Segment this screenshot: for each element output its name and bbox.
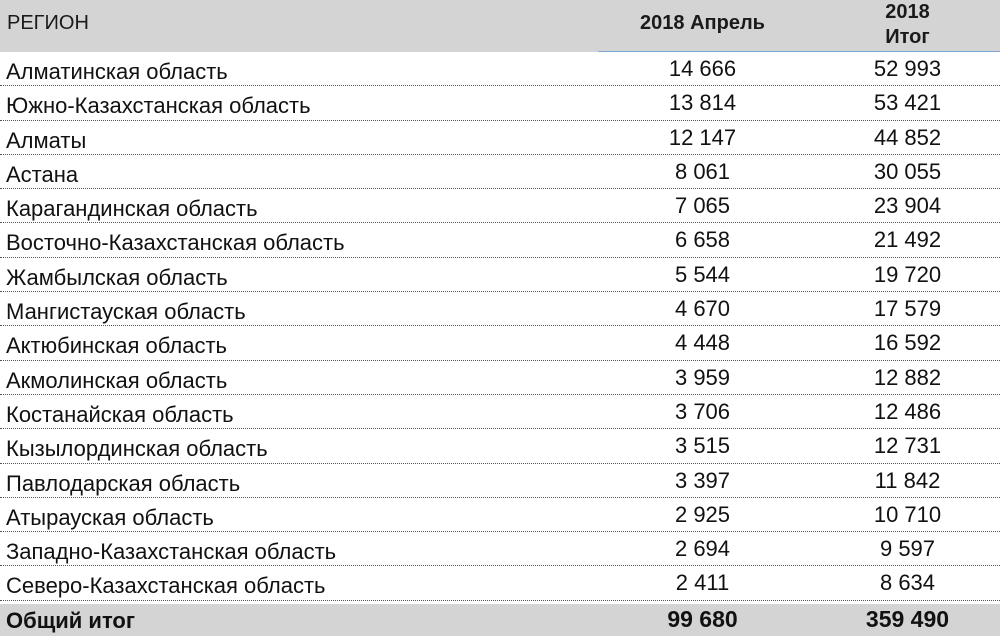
table-row: Астана 8 061 30 055 bbox=[0, 155, 1000, 190]
header-total-year: 2018 bbox=[885, 1, 930, 23]
row-total-value: 19 720 bbox=[873, 261, 942, 287]
table-row: Алматы 12 147 44 852 bbox=[0, 121, 1000, 155]
row-region: Западно-Казахстанская область bbox=[6, 539, 337, 565]
row-april-value: 13 814 bbox=[668, 90, 737, 116]
row-april-value: 2 411 bbox=[675, 570, 730, 596]
row-region: Карагандинская область bbox=[6, 196, 258, 222]
grand-total-row: Общий итог 99 680 359 490 bbox=[0, 604, 1000, 636]
row-total-value: 30 055 bbox=[873, 158, 942, 184]
row-april-value: 4 448 bbox=[674, 330, 731, 356]
row-total-value: 10 710 bbox=[873, 501, 942, 527]
row-april-value: 6 658 bbox=[674, 227, 731, 253]
row-region: Актюбинская область bbox=[6, 333, 227, 359]
row-total-value: 9 597 bbox=[879, 536, 936, 562]
row-total-value: 17 579 bbox=[873, 296, 942, 322]
table-row: Акмолинская область 3 959 12 882 bbox=[0, 361, 1000, 395]
table-row: Южно-Казахстанская область 13 814 53 421 bbox=[0, 86, 1000, 121]
header-total-2018: 2018 Итог bbox=[805, 0, 1000, 50]
row-total-value: 12 486 bbox=[873, 398, 942, 424]
table-row: Костанайская область 3 706 12 486 bbox=[0, 395, 1000, 430]
row-region: Павлодарская область bbox=[6, 470, 241, 496]
row-region: Жамбылская область bbox=[6, 264, 228, 290]
region-table: РЕГИОН 2018 Апрель 2018 Итог Алматинская… bbox=[0, 0, 1000, 636]
row-april-value: 8 061 bbox=[674, 158, 731, 184]
grand-total-april: 99 680 bbox=[667, 606, 738, 632]
row-april-value: 2 694 bbox=[674, 536, 731, 562]
table-body: Алматинская область 14 666 52 993 Южно-Каза… bbox=[0, 52, 1000, 601]
row-total-value: 8 634 bbox=[879, 570, 936, 596]
row-april-value: 4 670 bbox=[674, 296, 731, 322]
row-total-value: 52 993 bbox=[873, 56, 942, 81]
row-april-value: 3 397 bbox=[674, 467, 731, 493]
row-total-value: 44 852 bbox=[873, 124, 942, 150]
row-april-value: 12 147 bbox=[668, 124, 737, 150]
header-region: РЕГИОН bbox=[7, 12, 89, 34]
table-row: Карагандинская область 7 065 23 904 bbox=[0, 189, 1000, 224]
row-total-value: 12 882 bbox=[873, 364, 942, 390]
row-region: Южно-Казахстанская область bbox=[6, 93, 311, 119]
table-row: Жамбылская область 5 544 19 720 bbox=[0, 258, 1000, 293]
row-total-value: 11 842 bbox=[874, 467, 941, 493]
row-region: Акмолинская область bbox=[6, 367, 228, 393]
row-total-value: 21 492 bbox=[873, 227, 942, 253]
row-total-value: 12 731 bbox=[873, 433, 942, 459]
row-april-value: 14 666 bbox=[668, 56, 737, 81]
grand-total-label: Общий итог bbox=[6, 608, 136, 633]
row-region: Атырауская область bbox=[6, 504, 214, 530]
header-total-label: Итог bbox=[885, 26, 930, 48]
row-region: Астана bbox=[6, 161, 79, 187]
row-total-value: 23 904 bbox=[873, 193, 942, 219]
row-region: Кызылординская область bbox=[6, 436, 268, 462]
row-region: Костанайская область bbox=[6, 401, 234, 427]
row-april-value: 5 544 bbox=[674, 261, 731, 287]
table-row: Алматинская область 14 666 52 993 bbox=[0, 52, 1000, 87]
grand-total-year: 359 490 bbox=[865, 606, 950, 632]
table-row: Западно-Казахстанская область 2 694 9 597 bbox=[0, 532, 1000, 567]
row-april-value: 3 515 bbox=[674, 433, 731, 459]
row-april-value: 2 925 bbox=[674, 501, 731, 527]
table-row: Северо-Казахстанская область 2 411 8 634 bbox=[0, 566, 1000, 601]
row-april-value: 7 065 bbox=[674, 193, 731, 219]
table-row: Восточно-Казахстанская область 6 658 21 49… bbox=[0, 223, 1000, 258]
row-total-value: 16 592 bbox=[873, 330, 942, 356]
row-region: Мангистауская область bbox=[6, 299, 246, 325]
row-region: Алматинская область bbox=[6, 59, 228, 84]
table-header: РЕГИОН 2018 Апрель 2018 Итог bbox=[0, 0, 1000, 52]
row-region: Восточно-Казахстанская область bbox=[6, 230, 345, 256]
table-row: Актюбинская область 4 448 16 592 bbox=[0, 326, 1000, 361]
row-region: Алматы bbox=[6, 127, 87, 153]
row-total-value: 53 421 bbox=[873, 90, 942, 116]
table-row: Атырауская область 2 925 10 710 bbox=[0, 498, 1000, 533]
row-april-value: 3 706 bbox=[674, 398, 731, 424]
table-row: Павлодарская область 3 397 11 842 bbox=[0, 464, 1000, 498]
table-row: Кызылординская область 3 515 12 731 bbox=[0, 429, 1000, 464]
header-april-2018: 2018 Апрель bbox=[640, 12, 765, 34]
row-april-value: 3 959 bbox=[674, 364, 731, 390]
table-row: Мангистауская область 4 670 17 579 bbox=[0, 292, 1000, 327]
row-region: Северо-Казахстанская область bbox=[6, 573, 326, 599]
